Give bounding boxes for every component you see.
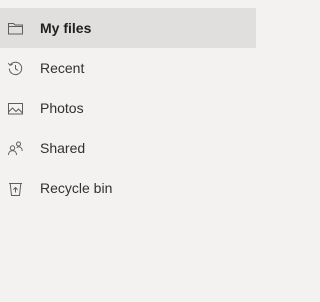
recycle-bin-icon [7,180,24,197]
folder-icon [7,20,24,37]
sidebar-item-label: My files [40,20,92,36]
sidebar-item-label: Recycle bin [40,180,113,196]
sidebar-item-shared[interactable]: Shared [0,128,256,168]
sidebar-item-recycle-bin[interactable]: Recycle bin [0,168,256,208]
sidebar-item-my-files[interactable]: My files [0,8,256,48]
sidebar-item-label: Recent [40,60,85,76]
sidebar-nav: My files Recent Photos Shared Recycle bi… [0,8,256,208]
photo-icon [7,100,24,117]
people-icon [7,140,24,157]
sidebar-item-label: Photos [40,100,84,116]
history-icon [7,60,24,77]
sidebar-item-photos[interactable]: Photos [0,88,256,128]
sidebar-item-label: Shared [40,140,86,156]
sidebar-item-recent[interactable]: Recent [0,48,256,88]
